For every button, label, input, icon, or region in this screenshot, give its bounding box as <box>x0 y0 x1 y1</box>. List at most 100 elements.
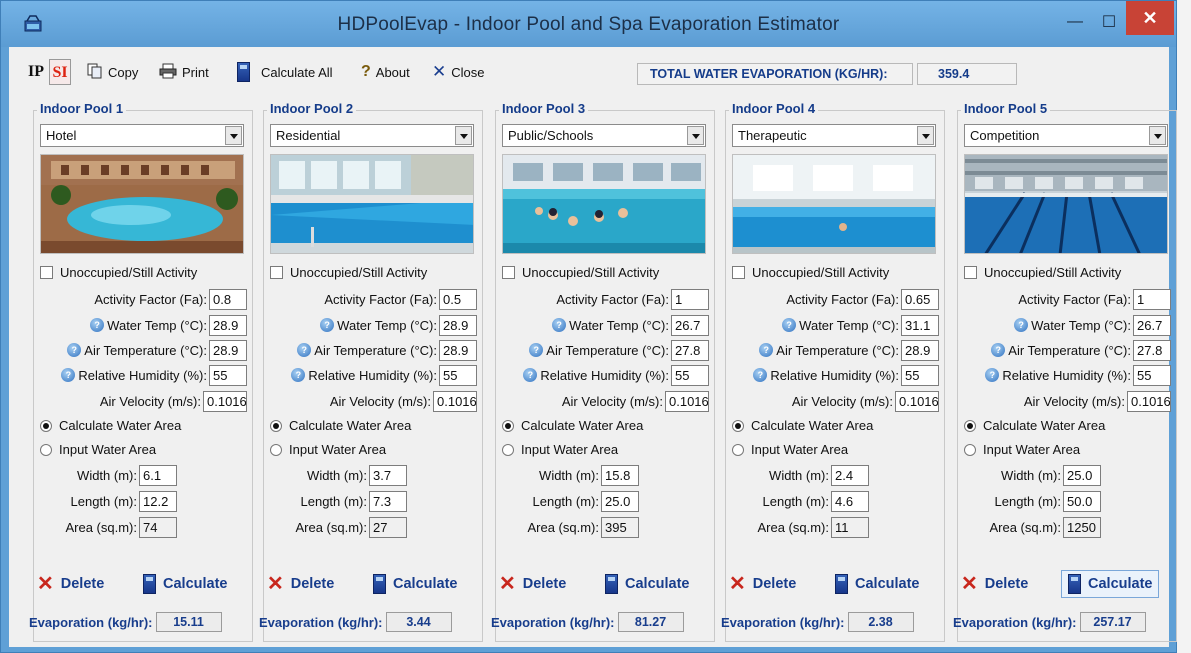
input-area-radio[interactable]: Input Water Area <box>732 442 848 457</box>
air-temp-input[interactable]: 28.9 <box>439 339 477 361</box>
humidity-input[interactable]: 55 <box>209 364 247 386</box>
activity-factor-input[interactable]: 0.8 <box>209 288 247 310</box>
pool-type-select[interactable]: Residential <box>270 124 474 147</box>
input-area-radio[interactable]: Input Water Area <box>40 442 156 457</box>
help-icon[interactable]: ? <box>753 368 768 382</box>
length-input[interactable]: 12.2 <box>139 490 177 512</box>
help-icon[interactable]: ? <box>291 368 306 382</box>
radio-selected[interactable] <box>964 419 976 432</box>
pool-type-select[interactable]: Public/Schools <box>502 124 706 147</box>
radio-unselected[interactable] <box>40 443 52 456</box>
width-input[interactable]: 25.0 <box>1063 464 1101 486</box>
print-button[interactable]: Print <box>159 61 209 83</box>
input-area-radio[interactable]: Input Water Area <box>502 442 618 457</box>
help-icon[interactable]: ? <box>67 343 82 357</box>
calculate-area-radio[interactable]: Calculate Water Area <box>270 418 411 433</box>
delete-button[interactable]: ✕ Delete <box>37 570 104 598</box>
air-temp-input[interactable]: 27.8 <box>671 339 709 361</box>
delete-button[interactable]: ✕ Delete <box>267 570 334 598</box>
checkbox-box[interactable] <box>270 266 283 279</box>
radio-selected[interactable] <box>270 419 282 432</box>
width-input[interactable]: 6.1 <box>139 464 177 486</box>
calculate-button[interactable]: Calculate <box>829 570 925 598</box>
calculate-area-radio[interactable]: Calculate Water Area <box>964 418 1105 433</box>
calculate-button[interactable]: Calculate <box>1061 570 1160 598</box>
pool-type-select[interactable]: Competition <box>964 124 1168 147</box>
close-window-button[interactable]: ✕ <box>1126 1 1174 35</box>
air-temp-input[interactable]: 27.8 <box>1133 339 1171 361</box>
length-input[interactable]: 50.0 <box>1063 490 1101 512</box>
chevron-down-icon[interactable] <box>225 126 242 145</box>
activity-factor-input[interactable]: 1 <box>671 288 709 310</box>
radio-selected[interactable] <box>732 419 744 432</box>
calculate-area-radio[interactable]: Calculate Water Area <box>732 418 873 433</box>
help-icon[interactable]: ? <box>759 343 774 357</box>
help-icon[interactable]: ? <box>782 318 797 332</box>
chevron-down-icon[interactable] <box>1149 126 1166 145</box>
radio-unselected[interactable] <box>732 443 744 456</box>
width-input[interactable]: 15.8 <box>601 464 639 486</box>
air-velocity-input[interactable]: 0.1016 <box>433 390 477 412</box>
air-velocity-input[interactable]: 0.1016 <box>895 390 939 412</box>
length-input[interactable]: 7.3 <box>369 490 407 512</box>
delete-button[interactable]: ✕ Delete <box>729 570 796 598</box>
activity-factor-input[interactable]: 0.65 <box>901 288 939 310</box>
humidity-input[interactable]: 55 <box>671 364 709 386</box>
humidity-input[interactable]: 55 <box>901 364 939 386</box>
ip-units-button[interactable]: IP <box>25 59 47 85</box>
delete-button[interactable]: ✕ Delete <box>499 570 566 598</box>
minimize-button[interactable]: — <box>1057 7 1093 37</box>
radio-selected[interactable] <box>502 419 514 432</box>
input-area-radio[interactable]: Input Water Area <box>270 442 386 457</box>
pool-type-select[interactable]: Hotel <box>40 124 244 147</box>
delete-button[interactable]: ✕ Delete <box>961 570 1028 598</box>
unoccupied-checkbox[interactable]: Unoccupied/Still Activity <box>40 265 197 280</box>
width-input[interactable]: 2.4 <box>831 464 869 486</box>
help-icon[interactable]: ? <box>529 343 544 357</box>
help-icon[interactable]: ? <box>985 368 1000 382</box>
water-temp-input[interactable]: 26.7 <box>671 314 709 336</box>
help-icon[interactable]: ? <box>90 318 105 332</box>
air-temp-input[interactable]: 28.9 <box>901 339 939 361</box>
calculate-button[interactable]: Calculate <box>137 570 233 598</box>
calculate-all-button[interactable]: Calculate All <box>237 61 333 83</box>
width-input[interactable]: 3.7 <box>369 464 407 486</box>
air-velocity-input[interactable]: 0.1016 <box>665 390 709 412</box>
calculate-button[interactable]: Calculate <box>599 570 695 598</box>
water-temp-input[interactable]: 26.7 <box>1133 314 1171 336</box>
activity-factor-input[interactable]: 1 <box>1133 288 1171 310</box>
water-temp-input[interactable]: 31.1 <box>901 314 939 336</box>
length-input[interactable]: 4.6 <box>831 490 869 512</box>
copy-button[interactable]: Copy <box>87 61 138 83</box>
calculate-button[interactable]: Calculate <box>367 570 463 598</box>
radio-unselected[interactable] <box>270 443 282 456</box>
calculate-area-radio[interactable]: Calculate Water Area <box>40 418 181 433</box>
close-button[interactable]: ✕ Close <box>432 61 485 83</box>
air-velocity-input[interactable]: 0.1016 <box>203 390 247 412</box>
radio-unselected[interactable] <box>502 443 514 456</box>
si-units-button[interactable]: SI <box>49 59 71 85</box>
chevron-down-icon[interactable] <box>917 126 934 145</box>
help-icon[interactable]: ? <box>552 318 567 332</box>
water-temp-input[interactable]: 28.9 <box>209 314 247 336</box>
about-button[interactable]: ? About <box>361 61 410 83</box>
checkbox-box[interactable] <box>502 266 515 279</box>
unoccupied-checkbox[interactable]: Unoccupied/Still Activity <box>502 265 659 280</box>
help-icon[interactable]: ? <box>61 368 76 382</box>
water-temp-input[interactable]: 28.9 <box>439 314 477 336</box>
help-icon[interactable]: ? <box>320 318 335 332</box>
unoccupied-checkbox[interactable]: Unoccupied/Still Activity <box>270 265 427 280</box>
input-area-radio[interactable]: Input Water Area <box>964 442 1080 457</box>
chevron-down-icon[interactable] <box>687 126 704 145</box>
help-icon[interactable]: ? <box>523 368 538 382</box>
radio-unselected[interactable] <box>964 443 976 456</box>
unoccupied-checkbox[interactable]: Unoccupied/Still Activity <box>964 265 1121 280</box>
help-icon[interactable]: ? <box>297 343 312 357</box>
chevron-down-icon[interactable] <box>455 126 472 145</box>
humidity-input[interactable]: 55 <box>439 364 477 386</box>
air-temp-input[interactable]: 28.9 <box>209 339 247 361</box>
humidity-input[interactable]: 55 <box>1133 364 1171 386</box>
unoccupied-checkbox[interactable]: Unoccupied/Still Activity <box>732 265 889 280</box>
checkbox-box[interactable] <box>732 266 745 279</box>
checkbox-box[interactable] <box>964 266 977 279</box>
